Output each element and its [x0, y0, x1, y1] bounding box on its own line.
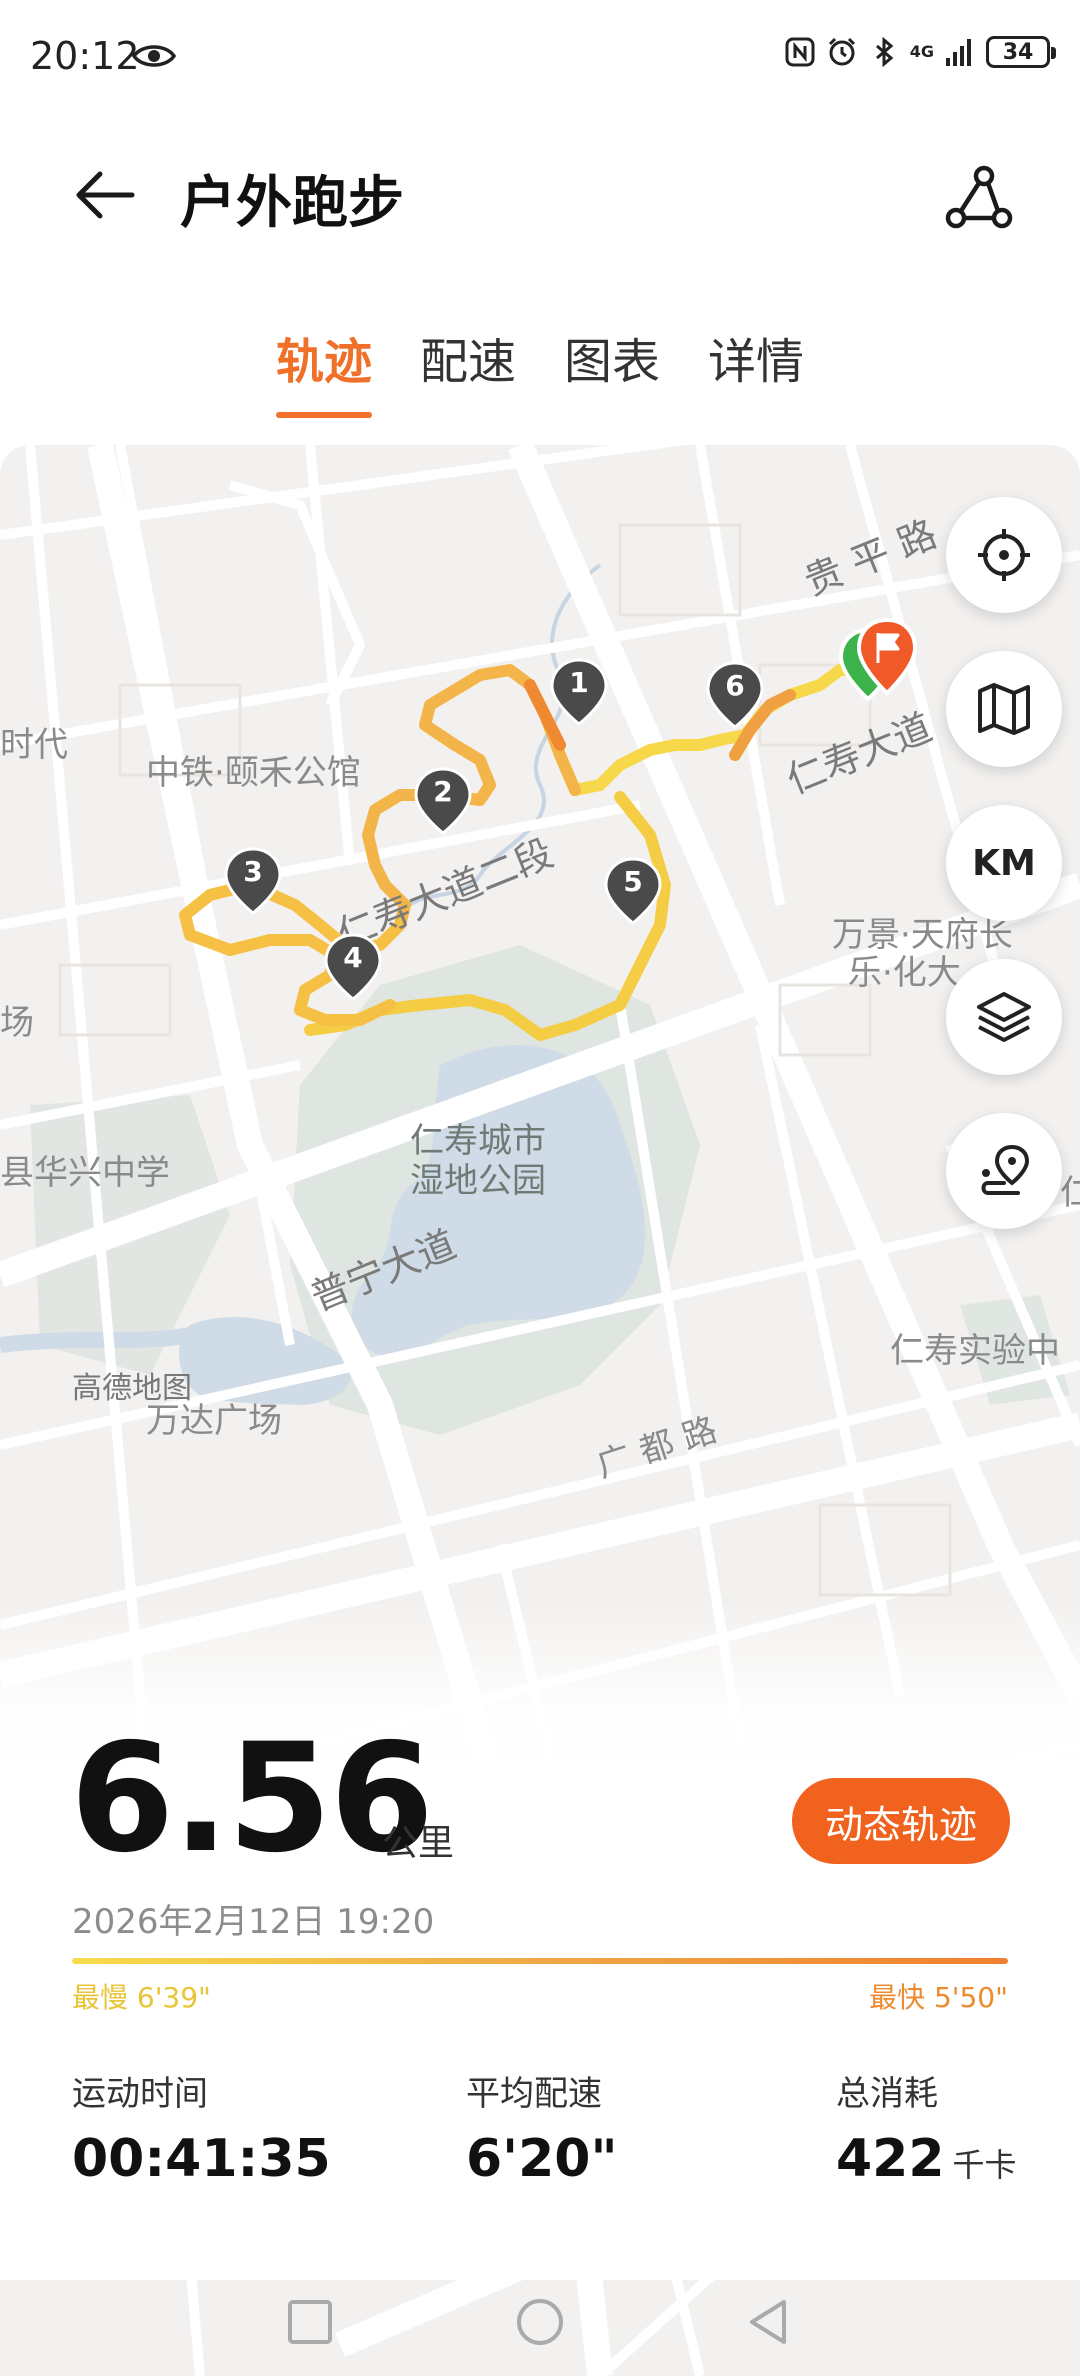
back-arrow-icon[interactable]: [70, 160, 140, 230]
stat-label: 运动时间: [72, 2074, 208, 2114]
poi-label-zhongtie: 中铁·颐禾公馆: [146, 753, 361, 793]
km-marker-4[interactable]: 4: [324, 933, 382, 1003]
recent-apps-icon[interactable]: [284, 2296, 336, 2348]
network-type: 4G: [909, 42, 934, 61]
stat-value: 00:41:35: [72, 2129, 331, 2189]
locate-icon: [978, 529, 1030, 581]
status-time: 20:12: [30, 34, 140, 78]
pace-fastest: 最快 5'50": [869, 1981, 1008, 2014]
km-marker-5[interactable]: 5: [604, 857, 662, 927]
battery-icon: 34: [986, 36, 1056, 68]
km-toggle-label: KM: [972, 842, 1036, 884]
share-route-icon[interactable]: [942, 162, 1014, 234]
map-provider-logo: 高德地图: [72, 1371, 192, 1406]
dynamic-track-button[interactable]: 动态轨迹: [792, 1778, 1010, 1864]
distance-value: 6.56: [70, 1712, 434, 1886]
km-toggle-button[interactable]: KM: [946, 805, 1062, 921]
tab-details[interactable]: 详情: [708, 322, 804, 418]
km-marker-1[interactable]: 1: [550, 658, 608, 728]
poi-label-right: 仁: [1060, 1173, 1080, 1213]
poi-label-shidai: 时代: [0, 725, 68, 765]
layers-button[interactable]: [946, 959, 1062, 1075]
tab-bar: 轨迹 配速 图表 详情: [0, 322, 1080, 418]
distance-unit: 公里: [382, 1823, 455, 1864]
poi-label-park-2: 湿地公园: [410, 1161, 546, 1201]
poi-label-shiyan: 仁寿实验中: [890, 1331, 1060, 1371]
alarm-icon: [828, 37, 855, 66]
km-marker-6[interactable]: 6: [706, 661, 764, 731]
tab-pace[interactable]: 配速: [420, 322, 516, 418]
header: 户外跑步: [0, 140, 1080, 250]
signal-icon: [946, 39, 971, 66]
tab-charts[interactable]: 图表: [564, 322, 660, 418]
stat-value: 422 千卡: [836, 2129, 1017, 2189]
status-icons: 4G 34: [784, 36, 1056, 68]
battery-level: 34: [1002, 39, 1034, 65]
river: [0, 1327, 192, 1353]
map-style-button[interactable]: [946, 651, 1062, 767]
stat-label: 平均配速: [466, 2074, 602, 2114]
stat-value: 6'20": [466, 2129, 618, 2189]
back-nav-icon[interactable]: [742, 2296, 794, 2348]
nfc-icon: [785, 37, 815, 67]
poi-label-school: 县华兴中学: [0, 1153, 170, 1193]
stat-label: 总消耗: [836, 2074, 938, 2114]
tab-track[interactable]: 轨迹: [275, 322, 372, 418]
home-icon[interactable]: [514, 2296, 566, 2348]
map-style-icon: [978, 683, 1030, 735]
bluetooth-icon: [875, 36, 894, 68]
km-marker-3[interactable]: 3: [224, 847, 282, 917]
locate-button[interactable]: [946, 497, 1062, 613]
status-bar: 20:12 4G 34: [0, 0, 1080, 120]
run-date: 2026年2月12日 19:20: [72, 1902, 435, 1942]
route-point-button[interactable]: [946, 1113, 1062, 1229]
stat-calories: 总消耗 422 千卡: [836, 2066, 1017, 2189]
finish-flag-icon: [856, 617, 918, 696]
layers-icon: [977, 992, 1031, 1042]
eye-icon: [132, 45, 176, 67]
poi-label-chang: 场: [0, 1003, 34, 1043]
stat-duration: 运动时间 00:41:35: [72, 2066, 331, 2189]
system-nav-bar: [0, 2270, 1080, 2376]
pace-slowest: 最慢 6'39": [72, 1981, 211, 2014]
pace-gradient-bar: [72, 1958, 1008, 1964]
route-pin-icon: [981, 1144, 1030, 1195]
stat-avg-pace: 平均配速 6'20": [466, 2066, 618, 2189]
km-marker-2[interactable]: 2: [414, 767, 472, 837]
stat-unit: 千卡: [952, 2146, 1017, 2184]
poi-label-wanjing-2: 乐·化大: [848, 953, 961, 993]
page-title: 户外跑步: [180, 171, 404, 236]
